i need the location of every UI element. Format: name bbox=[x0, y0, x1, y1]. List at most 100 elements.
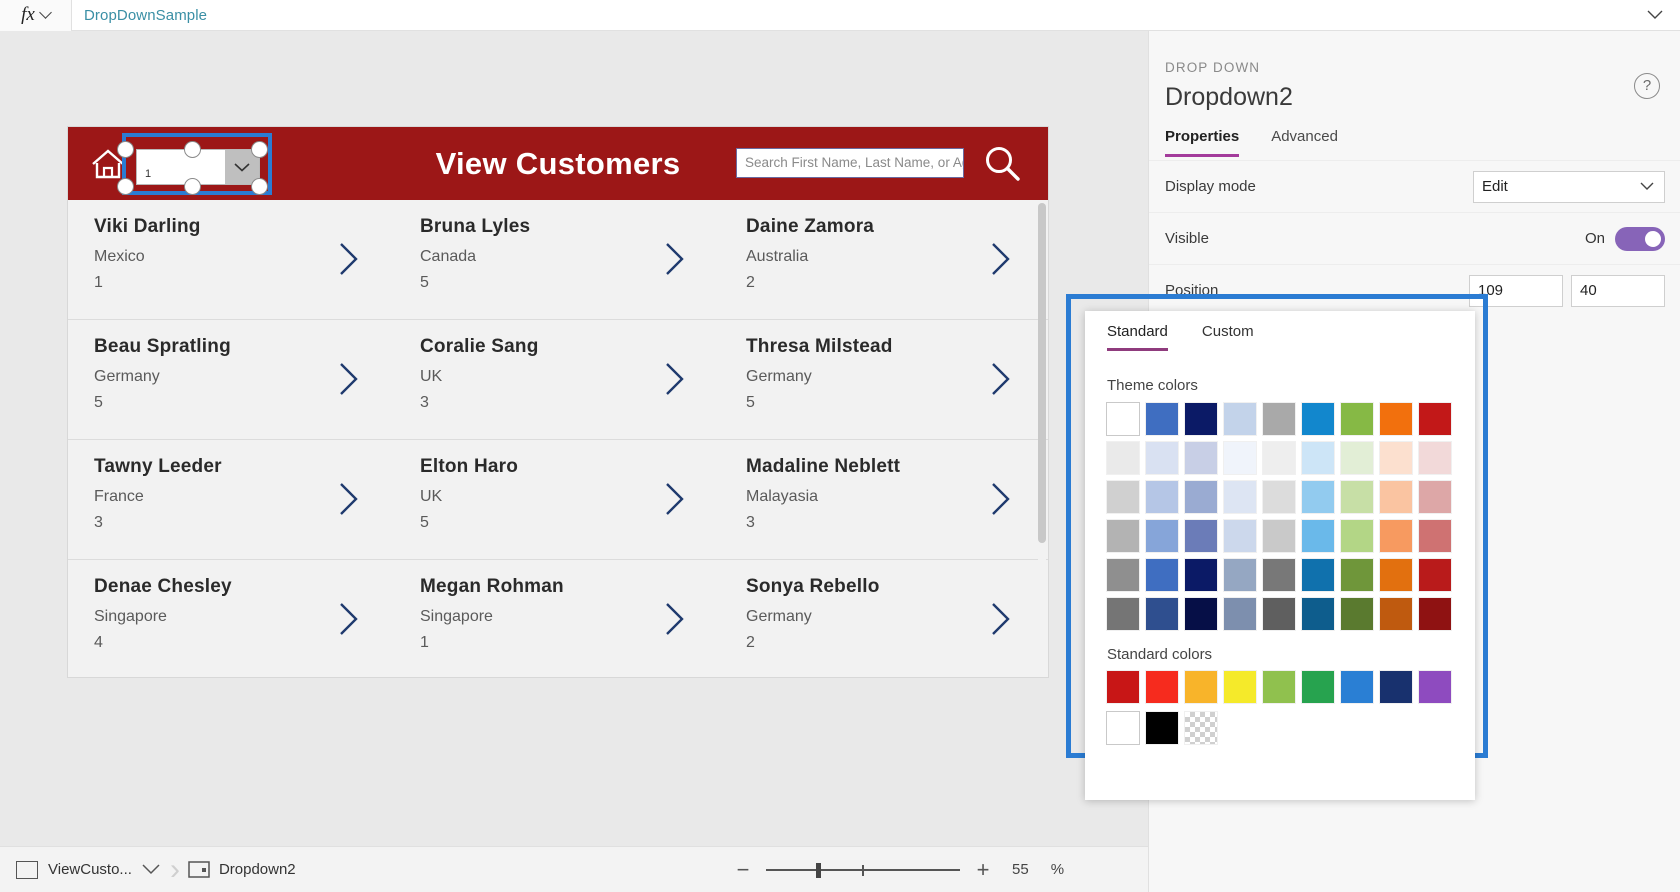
resize-handle-top-center[interactable] bbox=[184, 141, 201, 158]
gallery-item[interactable]: Viki Darling Mexico 1 bbox=[68, 200, 394, 319]
chevron-right-icon[interactable] bbox=[338, 362, 360, 396]
position-y-input[interactable]: 40 bbox=[1571, 274, 1665, 307]
chevron-right-icon[interactable] bbox=[990, 362, 1012, 396]
gallery-item[interactable]: Tawny Leeder France 3 bbox=[68, 440, 394, 559]
standard-swatch-6[interactable] bbox=[1341, 671, 1373, 703]
theme-swatch-r5-7[interactable] bbox=[1380, 598, 1412, 630]
standard-swatch-5[interactable] bbox=[1302, 671, 1334, 703]
chevron-down-icon[interactable] bbox=[142, 864, 160, 875]
gallery-item[interactable]: Coralie Sang UK 3 bbox=[394, 320, 720, 439]
theme-swatch-r1-0[interactable] bbox=[1107, 442, 1139, 474]
standard-swatch-0[interactable] bbox=[1107, 671, 1139, 703]
theme-swatch-r5-0[interactable] bbox=[1107, 598, 1139, 630]
theme-swatch-r4-6[interactable] bbox=[1341, 559, 1373, 591]
gallery-row[interactable]: Beau Spratling Germany 5 Coralie Sang UK 3 Thr… bbox=[68, 320, 1048, 440]
resize-handle-bottom-left[interactable] bbox=[117, 178, 134, 195]
search-icon[interactable] bbox=[980, 143, 1024, 185]
theme-swatch-r3-4[interactable] bbox=[1263, 520, 1295, 552]
tab-advanced[interactable]: Advanced bbox=[1271, 128, 1338, 157]
theme-swatch-r4-5[interactable] bbox=[1302, 559, 1334, 591]
resize-handle-top-right[interactable] bbox=[251, 141, 268, 158]
theme-swatch-r4-3[interactable] bbox=[1224, 559, 1256, 591]
standard-swatch-1[interactable] bbox=[1146, 671, 1178, 703]
theme-swatch-r3-8[interactable] bbox=[1419, 520, 1451, 552]
color-picker-flyout[interactable]: Standard Custom Theme colors Standard co… bbox=[1085, 311, 1475, 800]
standard-swatch-8[interactable] bbox=[1419, 671, 1451, 703]
app-screen-preview[interactable]: View Customers Search First Name, Last N… bbox=[68, 127, 1048, 677]
zoom-controls[interactable]: − + 55 % bbox=[734, 857, 1064, 883]
chevron-right-icon[interactable] bbox=[338, 482, 360, 516]
zoom-in-button[interactable]: + bbox=[974, 857, 992, 883]
formula-expand-button[interactable] bbox=[1630, 0, 1680, 31]
basic-swatch-2[interactable] bbox=[1185, 712, 1217, 744]
chevron-right-icon[interactable] bbox=[664, 242, 686, 276]
theme-swatch-r5-5[interactable] bbox=[1302, 598, 1334, 630]
gallery-item[interactable]: Sonya Rebello Germany 2 bbox=[720, 560, 1046, 677]
resize-handle-bottom-right[interactable] bbox=[251, 178, 268, 195]
theme-swatch-r4-2[interactable] bbox=[1185, 559, 1217, 591]
properties-tabs[interactable]: Properties Advanced bbox=[1165, 128, 1338, 157]
help-icon[interactable]: ? bbox=[1634, 73, 1660, 99]
zoom-out-button[interactable]: − bbox=[734, 857, 752, 883]
theme-swatch-r2-3[interactable] bbox=[1224, 481, 1256, 513]
theme-swatch-r3-6[interactable] bbox=[1341, 520, 1373, 552]
theme-swatch-r1-3[interactable] bbox=[1224, 442, 1256, 474]
chevron-right-icon[interactable] bbox=[990, 482, 1012, 516]
theme-swatch-r0-6[interactable] bbox=[1341, 403, 1373, 435]
theme-swatch-r0-1[interactable] bbox=[1146, 403, 1178, 435]
gallery-item[interactable]: Madaline Neblett Malayasia 3 bbox=[720, 440, 1046, 559]
gallery-item[interactable]: Elton Haro UK 5 bbox=[394, 440, 720, 559]
gallery-row[interactable]: Tawny Leeder France 3 Elton Haro UK 5 Madaline… bbox=[68, 440, 1048, 560]
theme-swatch-r2-5[interactable] bbox=[1302, 481, 1334, 513]
search-input[interactable]: Search First Name, Last Name, or Age bbox=[736, 148, 964, 178]
theme-swatch-r4-1[interactable] bbox=[1146, 559, 1178, 591]
standard-swatch-3[interactable] bbox=[1224, 671, 1256, 703]
chevron-right-icon[interactable] bbox=[990, 242, 1012, 276]
theme-swatch-r0-8[interactable] bbox=[1419, 403, 1451, 435]
theme-swatch-r2-6[interactable] bbox=[1341, 481, 1373, 513]
gallery-row[interactable]: Viki Darling Mexico 1 Bruna Lyles Canada 5 Dai… bbox=[68, 200, 1048, 320]
chevron-right-icon[interactable] bbox=[664, 482, 686, 516]
theme-swatch-r1-7[interactable] bbox=[1380, 442, 1412, 474]
theme-colors-grid[interactable] bbox=[1107, 403, 1458, 637]
theme-swatch-r3-2[interactable] bbox=[1185, 520, 1217, 552]
visible-toggle[interactable] bbox=[1615, 226, 1665, 251]
standard-swatch-4[interactable] bbox=[1263, 671, 1295, 703]
theme-swatch-r5-4[interactable] bbox=[1263, 598, 1295, 630]
theme-swatch-r3-1[interactable] bbox=[1146, 520, 1178, 552]
theme-swatch-r5-8[interactable] bbox=[1419, 598, 1451, 630]
theme-swatch-r2-7[interactable] bbox=[1380, 481, 1412, 513]
zoom-slider[interactable] bbox=[766, 862, 960, 878]
canvas-area[interactable]: View Customers Search First Name, Last N… bbox=[0, 31, 1148, 846]
theme-swatch-r3-0[interactable] bbox=[1107, 520, 1139, 552]
theme-swatch-r2-4[interactable] bbox=[1263, 481, 1295, 513]
basic-colors-grid[interactable] bbox=[1107, 712, 1458, 751]
standard-colors-grid[interactable] bbox=[1107, 671, 1458, 710]
tab-properties[interactable]: Properties bbox=[1165, 128, 1240, 157]
gallery-item[interactable]: Thresa Milstead Germany 5 bbox=[720, 320, 1046, 439]
theme-swatch-r4-0[interactable] bbox=[1107, 559, 1139, 591]
gallery-row[interactable]: Denae Chesley Singapore 4 Megan Rohman Singa… bbox=[68, 560, 1048, 677]
theme-swatch-r2-8[interactable] bbox=[1419, 481, 1451, 513]
chevron-right-icon[interactable] bbox=[338, 602, 360, 636]
theme-swatch-r0-5[interactable] bbox=[1302, 403, 1334, 435]
gallery-scrollbar[interactable] bbox=[1038, 203, 1046, 677]
gallery-item[interactable]: Denae Chesley Singapore 4 bbox=[68, 560, 394, 677]
theme-swatch-r0-2[interactable] bbox=[1185, 403, 1217, 435]
color-picker-tabs[interactable]: Standard Custom bbox=[1107, 323, 1254, 351]
theme-swatch-r2-0[interactable] bbox=[1107, 481, 1139, 513]
theme-swatch-r5-1[interactable] bbox=[1146, 598, 1178, 630]
fx-button[interactable]: fx bbox=[0, 0, 72, 31]
gallery-scrollbar-thumb[interactable] bbox=[1038, 203, 1046, 543]
theme-swatch-r3-3[interactable] bbox=[1224, 520, 1256, 552]
breadcrumb-screen[interactable]: ViewCusto... bbox=[16, 860, 160, 879]
basic-swatch-0[interactable] bbox=[1107, 712, 1139, 744]
theme-swatch-r1-6[interactable] bbox=[1341, 442, 1373, 474]
resize-handle-top-left[interactable] bbox=[117, 141, 134, 158]
customer-gallery[interactable]: Viki Darling Mexico 1 Bruna Lyles Canada 5 Dai… bbox=[68, 200, 1048, 677]
theme-swatch-r4-8[interactable] bbox=[1419, 559, 1451, 591]
resize-handle-bottom-center[interactable] bbox=[184, 178, 201, 195]
theme-swatch-r4-4[interactable] bbox=[1263, 559, 1295, 591]
dropdown-selection-frame[interactable]: 1 bbox=[117, 133, 272, 195]
theme-swatch-r5-2[interactable] bbox=[1185, 598, 1217, 630]
